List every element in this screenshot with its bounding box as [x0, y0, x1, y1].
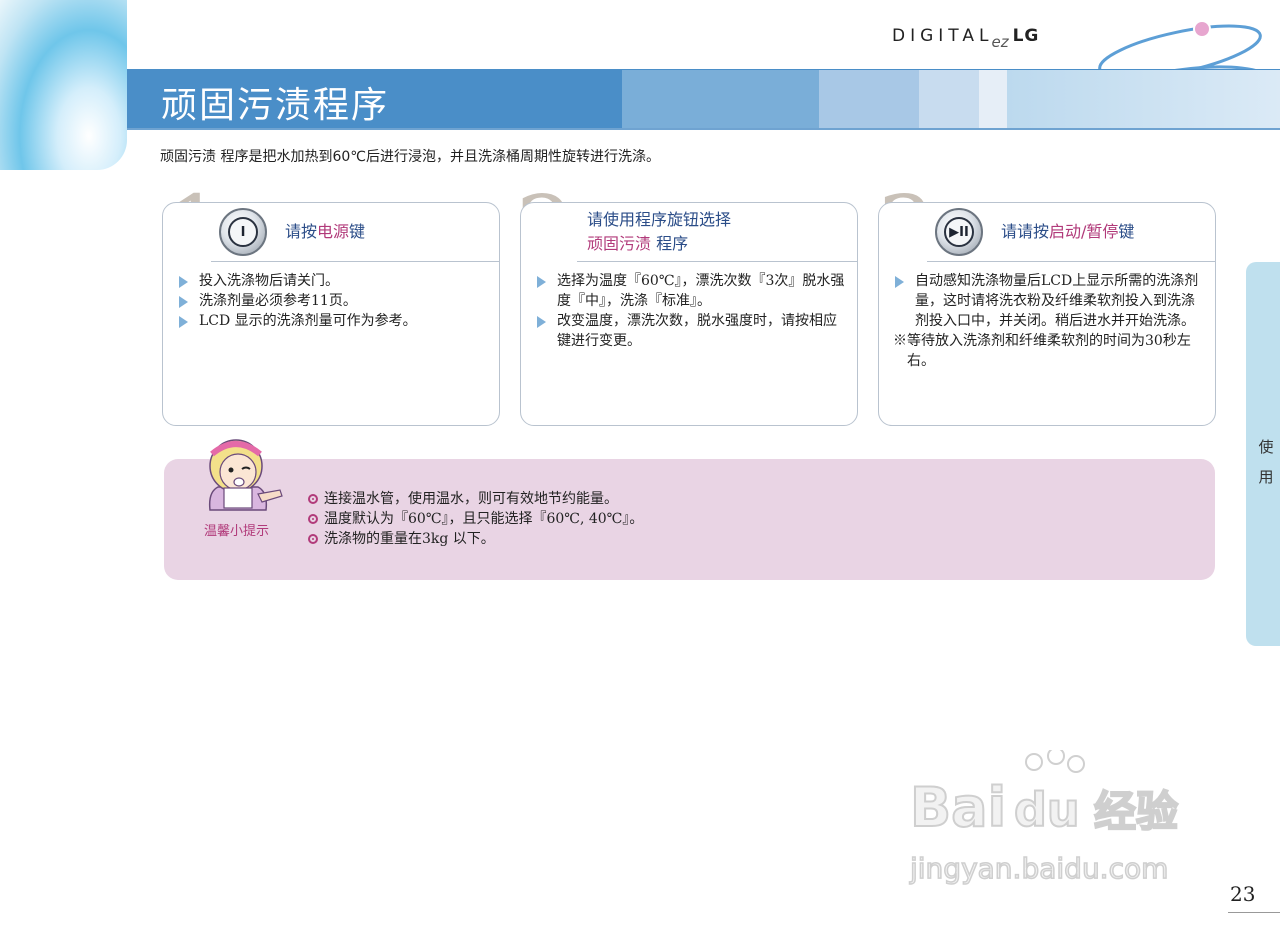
- list-item: 洗涤剂量必须参考11页。: [177, 291, 487, 311]
- step-3-box: ▶II 请请按启动/暂停键 自动感知洗涤物量后LCD上显示所需的洗涤剂量，这时请…: [878, 202, 1216, 426]
- step-2-divider: [577, 261, 857, 262]
- title-bar: 顽固污渍程序: [127, 70, 1280, 128]
- watermark-jingyan: 经验: [1094, 787, 1178, 836]
- step-3-note: ※等待放入洗涤剂和纤维柔软剂的时间为30秒左右。: [893, 333, 1191, 369]
- tip-item: 温度默认为『60℃』，且只能选择『60℃, 40℃』。: [308, 509, 643, 529]
- tip-list: 连接温水管，使用温水，则可有效地节约能量。 温度默认为『60℃』，且只能选择『6…: [308, 489, 643, 549]
- watermark-du: du: [1014, 783, 1080, 837]
- brand-digital: DIGITAL: [892, 26, 994, 46]
- triangle-bullet-icon: [537, 276, 546, 288]
- girl-mascot-icon: [208, 439, 283, 511]
- baidu-watermark: Bai du 经验 jingyan.baidu.com: [908, 750, 1179, 886]
- watermark-bai: Bai: [910, 776, 1006, 839]
- circle-bullet-icon: [308, 534, 318, 544]
- list-item: LCD 显示的洗涤剂量可作为参考。: [177, 311, 487, 331]
- triangle-bullet-icon: [895, 276, 904, 288]
- corner-decoration: [0, 0, 127, 170]
- brand-logo: DIGITALez LG: [892, 26, 1040, 51]
- page-number: 23: [1230, 882, 1256, 906]
- page-title: 顽固污渍程序: [161, 85, 390, 126]
- watermark-url: jingyan.baidu.com: [909, 852, 1168, 885]
- step-2-heading-line2: 顽固污渍 程序: [587, 234, 689, 253]
- step-2-box: 请使用程序旋钮选择 顽固污渍 程序 选择为温度『60℃』，漂洗次数『3次』脱水强…: [520, 202, 858, 426]
- page-number-rule: [1228, 912, 1280, 913]
- tip-item: 连接温水管，使用温水，则可有效地节约能量。: [308, 489, 643, 509]
- brand-ez: ez: [991, 33, 1009, 51]
- circle-bullet-icon: [308, 494, 318, 504]
- list-item: 改变温度，漂洗次数，脱水强度时，请按相应键进行变更。: [535, 311, 845, 351]
- triangle-bullet-icon: [179, 316, 188, 328]
- side-tab[interactable]: 使用: [1246, 262, 1280, 646]
- step-2-header: 请使用程序旋钮选择 顽固污渍 程序: [587, 203, 731, 261]
- step-2-body: 选择为温度『60℃』，漂洗次数『3次』脱水强度『中』，洗涤『标准』。 改变温度，…: [535, 271, 845, 351]
- list-item: 投入洗涤物后请关门。: [177, 271, 487, 291]
- intro-text: 顽固污渍 程序是把水加热到60℃后进行浸泡，并且洗涤桶周期性旋转进行洗涤。: [160, 149, 660, 165]
- step-1-heading: 请按电源键: [285, 222, 366, 241]
- step-2-heading-line1: 请使用程序旋钮选择: [587, 210, 732, 229]
- power-button-icon: I: [219, 208, 267, 256]
- triangle-bullet-icon: [179, 276, 188, 288]
- step-3-heading: 请请按启动/暂停键: [1001, 222, 1135, 241]
- circle-bullet-icon: [308, 514, 318, 524]
- step-3-divider: [927, 261, 1215, 262]
- step-3-header: ▶II 请请按启动/暂停键: [935, 203, 1134, 261]
- list-item: 选择为温度『60℃』，漂洗次数『3次』脱水强度『中』，洗涤『标准』。: [535, 271, 845, 311]
- tip-panel: 连接温水管，使用温水，则可有效地节约能量。 温度默认为『60℃』，且只能选择『6…: [164, 459, 1215, 580]
- title-rule-bottom: [127, 128, 1280, 130]
- step-1-box: I 请按电源键 投入洗涤物后请关门。 洗涤剂量必须参考11页。 LCD 显示的洗…: [162, 202, 500, 426]
- triangle-bullet-icon: [537, 316, 546, 328]
- tip-item: 洗涤物的重量在3kg 以下。: [308, 529, 643, 549]
- triangle-bullet-icon: [179, 296, 188, 308]
- brand-lg: LG: [1012, 26, 1040, 46]
- step-1-body: 投入洗涤物后请关门。 洗涤剂量必须参考11页。 LCD 显示的洗涤剂量可作为参考…: [177, 271, 487, 331]
- side-tab-label: 使用: [1258, 438, 1274, 486]
- start-pause-button-icon: ▶II: [935, 208, 983, 256]
- step-3-body: 自动感知洗涤物量后LCD上显示所需的洗涤剂量，这时请将洗衣粉及纤维柔软剂投入到洗…: [893, 271, 1203, 371]
- tip-label: 温馨小提示: [204, 524, 270, 539]
- step-1-header: I 请按电源键: [219, 203, 365, 261]
- list-item: 自动感知洗涤物量后LCD上显示所需的洗涤剂量，这时请将洗衣粉及纤维柔软剂投入到洗…: [893, 271, 1203, 331]
- step-1-divider: [211, 261, 499, 262]
